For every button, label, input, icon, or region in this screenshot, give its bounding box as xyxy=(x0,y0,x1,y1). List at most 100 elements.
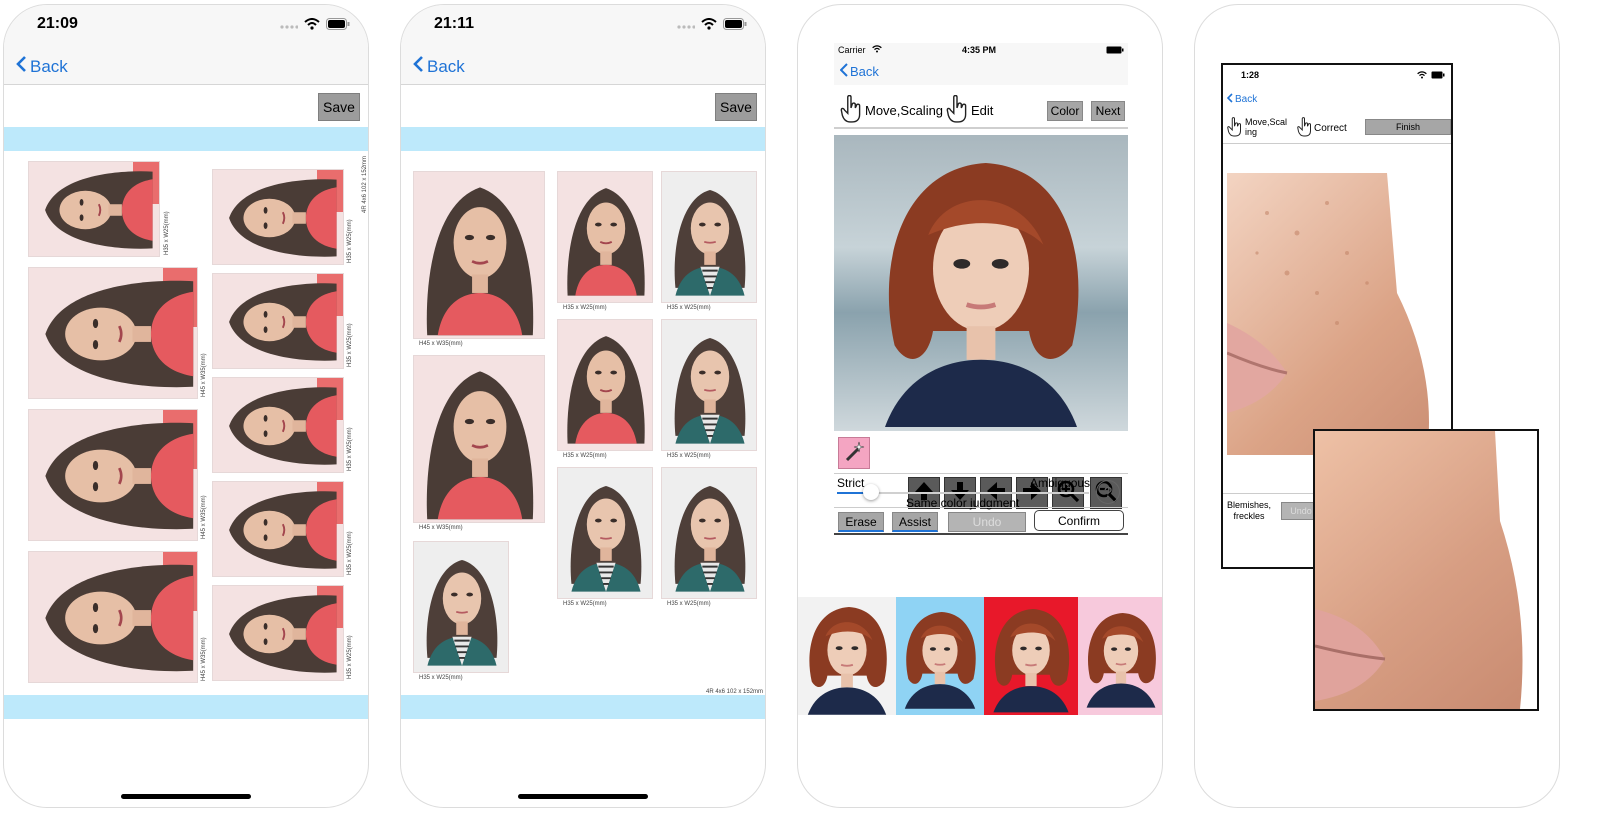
inner-device-screen: Carrier 4:35 PM Back Move,Scaling Edit C… xyxy=(834,43,1128,535)
back-label: Back xyxy=(30,56,68,76)
tolerance-slider[interactable] xyxy=(837,484,1089,500)
bottom-strip xyxy=(4,695,368,719)
hand-icon xyxy=(840,95,862,128)
correct-tab[interactable]: Correct xyxy=(1314,123,1347,134)
photo-h35-red-1 xyxy=(557,171,653,303)
photo-h35-teal-4 xyxy=(661,319,757,451)
back-button[interactable]: Back xyxy=(839,63,879,80)
status-time: 21:09 xyxy=(37,15,78,32)
size-label: H35 x W25(mm) xyxy=(563,305,607,311)
size-label: H35 x W25(mm) xyxy=(667,601,711,607)
magic-wand-button[interactable] xyxy=(838,437,870,469)
hand-icon xyxy=(1227,117,1242,142)
size-label: H35 x W25(mm) xyxy=(164,211,170,255)
size-label: H45 x W35(mm) xyxy=(419,525,463,531)
color-button[interactable]: Color xyxy=(1047,101,1083,121)
wifi-icon xyxy=(1417,71,1427,81)
status-bar: Carrier 4:35 PM xyxy=(834,43,1128,59)
strict-label: Strict xyxy=(837,476,865,490)
chevron-left-icon xyxy=(839,63,848,80)
photo-h45-2 xyxy=(28,267,198,399)
save-button[interactable]: Save xyxy=(318,93,360,121)
size-label: H35 x W25(mm) xyxy=(563,453,607,459)
tolerance-row: Strict Ambiguous Same color judgment ? xyxy=(834,473,1128,510)
chevron-left-icon xyxy=(1226,93,1233,106)
background-color-thumbnails xyxy=(798,597,1162,715)
status-bar: 1:28 xyxy=(1223,65,1451,85)
sheet-size-label: 4R 4x6 102 x 152mm xyxy=(362,155,368,213)
phone-screen-1: 21:09 Back Save H35 x W25(mm) H45 x W35(… xyxy=(3,4,369,808)
undo-button[interactable]: Undo xyxy=(948,512,1026,532)
photo-h35-5 xyxy=(212,585,344,681)
bottom-strip xyxy=(401,695,765,719)
nav-bar: Back xyxy=(4,49,368,85)
edit-photo xyxy=(834,135,1128,431)
back-button[interactable]: Back xyxy=(1226,93,1258,106)
finish-button[interactable]: Finish xyxy=(1365,119,1451,135)
status-time: 21:11 xyxy=(434,15,475,32)
magic-wand-icon xyxy=(843,440,865,467)
back-label: Back xyxy=(1235,94,1258,105)
photo-h35-2 xyxy=(212,273,344,369)
photo-h35-teal-1 xyxy=(413,541,509,673)
erase-button[interactable]: Erase xyxy=(838,512,884,532)
print-sheet: H45 x W35(mm) H45 x W35(mm) H35 x W25(mm… xyxy=(401,151,765,695)
action-row: Erase Assist Undo Confirm xyxy=(834,507,1128,535)
hand-icon xyxy=(946,95,968,128)
size-label: H35 x W25(mm) xyxy=(347,635,353,679)
status-bar: 21:09 xyxy=(4,5,368,49)
hand-icon xyxy=(1297,117,1312,142)
photo-h35-teal-5 xyxy=(661,467,757,599)
back-button[interactable]: Back xyxy=(413,55,465,78)
ambiguous-label: Ambiguous xyxy=(1030,476,1091,490)
photo-h35-teal-2 xyxy=(557,467,653,599)
photo-h35-4 xyxy=(212,481,344,577)
photo-h35-teal-3 xyxy=(661,171,757,303)
skin-photo xyxy=(1227,173,1451,455)
battery-icon xyxy=(1431,71,1445,81)
photo-h35-red-2 xyxy=(557,319,653,451)
move-scaling-tab[interactable]: Move,Scal ing xyxy=(1245,117,1287,137)
tool-row xyxy=(834,435,1128,475)
size-label: H45 x W35(mm) xyxy=(201,495,207,539)
next-button[interactable]: Next xyxy=(1091,101,1125,121)
size-label: H35 x W25(mm) xyxy=(347,427,353,471)
size-label: H45 x W35(mm) xyxy=(201,637,207,681)
thumbnail-pink[interactable] xyxy=(1078,597,1162,715)
back-label: Back xyxy=(427,56,465,76)
wifi-icon xyxy=(701,17,717,35)
status-bar: 21:11 xyxy=(401,5,765,49)
assist-button[interactable]: Assist xyxy=(892,512,938,532)
slider-thumb[interactable] xyxy=(863,484,879,500)
edit-tab[interactable]: Edit xyxy=(971,103,993,118)
toolbar: Move,Scaling Edit Color Next xyxy=(834,85,1128,129)
status-time: 1:28 xyxy=(1241,70,1260,80)
size-label: H35 x W25(mm) xyxy=(347,323,353,367)
thumbnail-blue[interactable] xyxy=(896,597,984,715)
photo-h45-2 xyxy=(413,355,545,523)
move-scaling-tab[interactable]: Move,Scaling xyxy=(865,103,943,118)
zoomed-skin-photo xyxy=(1313,429,1539,711)
phone-screen-4: 1:28 Back Move,Scal ing Correct Finish B… xyxy=(1194,4,1560,808)
status-time: 4:35 PM xyxy=(962,45,997,55)
carrier-label: Carrier xyxy=(838,45,866,55)
signal-icon xyxy=(280,17,299,35)
size-label: H45 x W35(mm) xyxy=(419,341,463,347)
home-indicator[interactable] xyxy=(121,794,251,799)
photo-h35-3 xyxy=(212,377,344,473)
nav-bar: Back xyxy=(834,59,1128,85)
phone-screen-3: Carrier 4:35 PM Back Move,Scaling Edit C… xyxy=(797,4,1163,808)
size-label: H35 x W25(mm) xyxy=(563,601,607,607)
back-button[interactable]: Back xyxy=(16,55,68,78)
size-label: H35 x W25(mm) xyxy=(347,531,353,575)
photo-h35-1 xyxy=(212,169,344,265)
battery-icon xyxy=(326,17,350,35)
thumbnail-red[interactable] xyxy=(984,597,1078,715)
size-label: H35 x W25(mm) xyxy=(667,453,711,459)
top-strip xyxy=(4,127,368,151)
home-indicator[interactable] xyxy=(518,794,648,799)
help-button[interactable]: ? xyxy=(1096,480,1120,504)
confirm-button[interactable]: Confirm xyxy=(1034,510,1124,531)
save-button[interactable]: Save xyxy=(715,93,757,121)
thumbnail-white[interactable] xyxy=(798,597,896,715)
